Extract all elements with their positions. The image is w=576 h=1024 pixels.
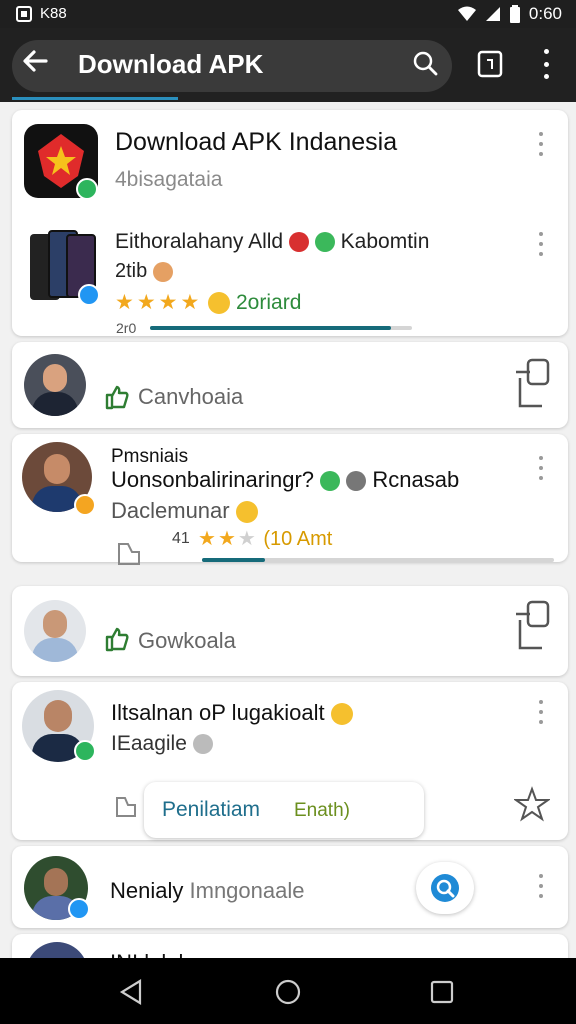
featured-title-suffix: Kabomtin [340,230,430,253]
verified-badge [78,284,100,306]
review-options-icon[interactable] [536,874,546,898]
review-title-suffix: Rcnasab [372,467,460,492]
avatar[interactable] [24,354,86,416]
review-title: Uonsonbalirinaringr? Rcnasab [111,467,459,493]
review-card: Gowkoala [12,586,568,676]
search-icon [431,874,459,902]
review-body-text: IEaagile [111,732,187,755]
reply-icon[interactable] [116,542,142,566]
verified-badge [76,178,98,200]
review-body: Daclemunar [111,498,258,524]
signal-icon [485,7,500,21]
reply-input[interactable]: Penilatiam Enath) [144,782,424,838]
featured-title-text: Eithoralahany Alld [115,230,284,253]
emoji-icon [235,501,258,524]
tabs-icon[interactable] [477,50,503,78]
review-card: Nenialy Imngonaale [12,846,568,928]
review-card: Iltsalnan oP lugakioalt IEaagile Penilat… [12,682,568,840]
reply-input-text: Penilatiam [162,798,261,821]
search-icon[interactable] [412,50,438,76]
featured-rating: ★★★★ 2oriard [115,290,301,315]
verified-badge [74,740,96,762]
featured-options-icon[interactable] [536,232,546,256]
carrier-label: K88 [40,5,67,22]
recents-icon[interactable] [430,980,454,1004]
app-bar: Download APK [0,28,576,102]
star-icon: ★ [136,291,159,314]
screenshot-thumbnail[interactable] [30,230,100,306]
emoji-icon [208,292,231,315]
reply-icon[interactable] [114,796,138,818]
emoji-icon [314,232,335,253]
back-arrow-icon[interactable] [20,46,50,76]
star-icon: ★ [158,291,181,314]
avatar[interactable] [24,600,86,662]
app-options-icon[interactable] [536,132,546,156]
rating-stars: ★★★ [198,528,258,550]
reviewer-name: Nenialy [110,878,184,903]
review-tag: (10 Amt [263,528,333,550]
share-icon[interactable] [512,600,552,652]
star-icon: ★ [217,528,238,550]
review-title-text: Uonsonbalirinaringr? [111,467,315,492]
app-name: Download APK Indanesia [115,128,398,156]
featured-subtitle-text: 2tib [115,260,148,282]
like-label: Gowkoala [138,628,236,653]
wifi-icon [457,6,476,21]
rating-stars: ★★★★ [115,291,202,314]
thumbs-up-icon[interactable] [104,626,130,652]
verified-badge [68,898,90,920]
emoji-icon [288,232,309,253]
review-options-icon[interactable] [536,456,546,480]
reply-input-hint: Enath) [294,800,350,821]
review-count: 41 [172,530,190,547]
featured-subtitle: 2tib [115,260,173,283]
star-outline-icon[interactable] [514,786,550,822]
app-detail-card: Download APK Indanesia 4bisagataia Eitho… [12,110,568,336]
navigation-bar [0,958,576,1024]
search-fab[interactable] [416,862,474,914]
review-rating: ★★★ (10 Amt [198,526,332,551]
emoji-icon [330,703,353,726]
star-icon: ★ [115,291,137,314]
loading-indicator [12,97,178,100]
featured-title: Eithoralahany Alld Kabomtin [115,230,429,254]
clock: 0:60 [528,4,562,23]
more-options-icon[interactable] [538,49,554,79]
review-title: Nenialy Imngonaale [110,878,304,904]
like-label: Canvhoaia [138,384,244,409]
back-icon[interactable] [118,978,144,1006]
review-title: Iltsalnan oP lugakioalt [111,700,353,726]
app-icon[interactable] [24,124,98,200]
notification-icon [16,5,32,22]
status-badge [74,494,96,516]
battery-icon [509,5,520,23]
star-icon: ★ [237,528,258,550]
review-title-text: Iltsalnan oP lugakioalt [111,700,325,725]
review-body: IEaagile [111,732,213,756]
download-progress [150,326,412,330]
emoji-icon [320,471,341,492]
reviewer-name: Pmsniais [111,446,189,467]
review-card: Pmsniais Uonsonbalirinaringr? Rcnasab Da… [12,434,568,565]
progress-label: 2r0 [116,320,137,336]
review-body-text: Daclemunar [111,498,230,523]
rating-text: 2oriard [236,291,302,314]
home-icon[interactable] [274,978,302,1006]
star-icon: ★ [198,528,218,550]
app-subtitle: 4bisagataia [115,168,223,191]
emoji-icon [346,471,367,492]
page-title: Download APK [78,49,264,79]
share-icon[interactable] [512,358,552,410]
star-icon: ★ [180,291,203,314]
review-progress [202,558,554,562]
status-bar: K88 0:60 [0,0,576,28]
reviewer-subtitle: Imngonaale [189,878,305,903]
review-card: Canvhoaia [12,342,568,428]
review-options-icon[interactable] [536,700,546,724]
thumbs-up-icon[interactable] [104,384,130,410]
emoji-icon [152,261,173,282]
emoji-icon [192,734,213,755]
